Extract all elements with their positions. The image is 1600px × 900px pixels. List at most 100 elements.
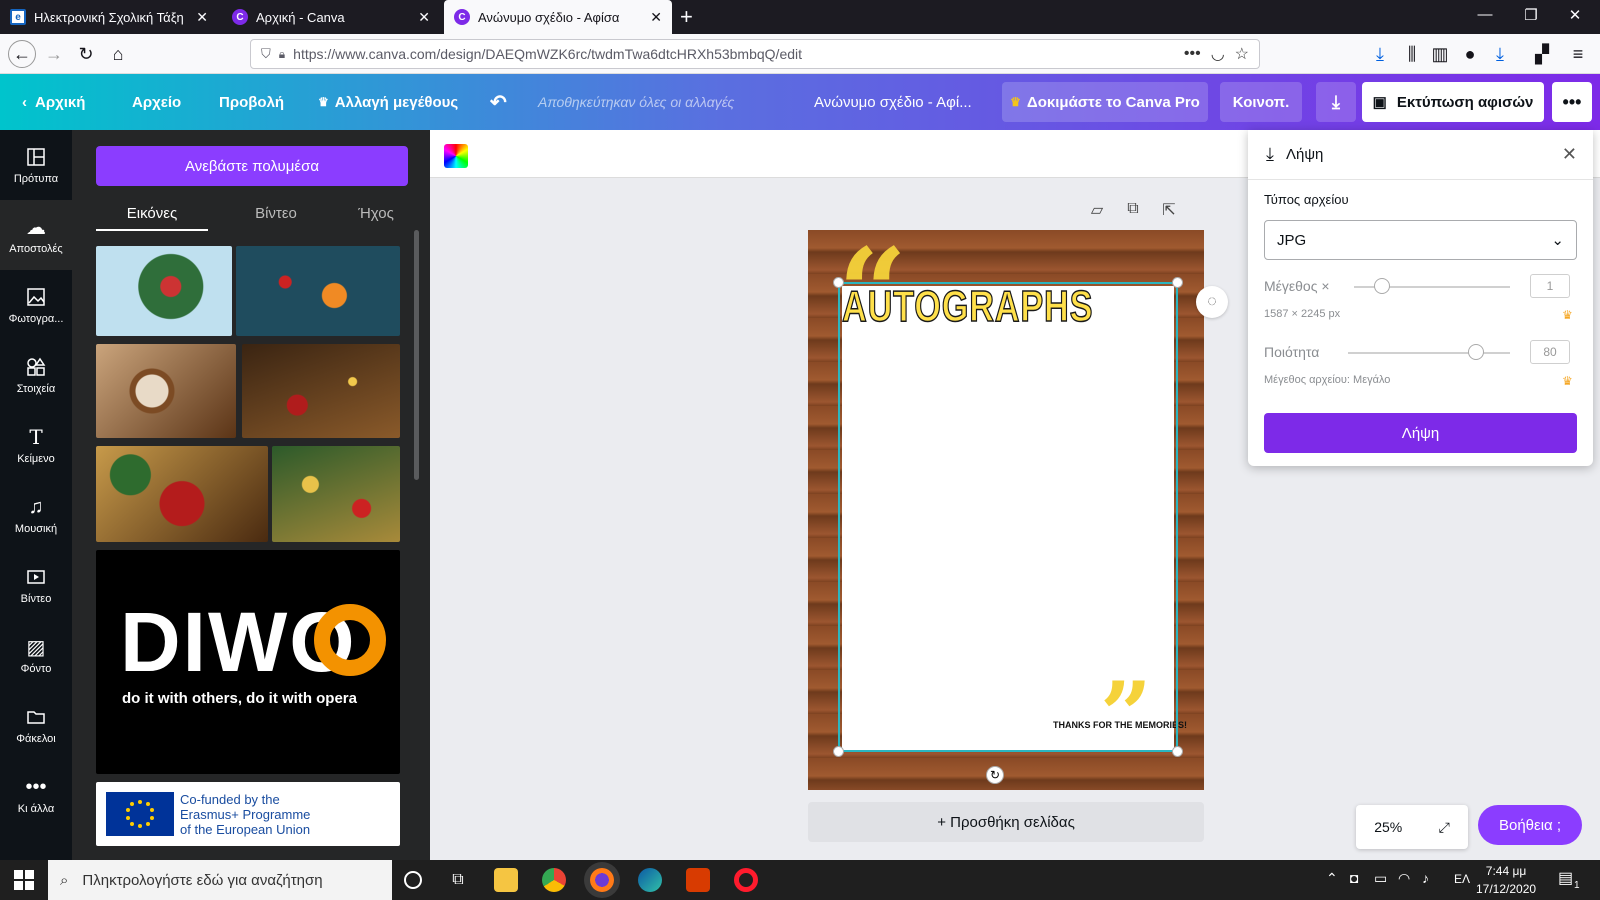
file-type-select[interactable]: JPG ⌄ xyxy=(1264,220,1577,260)
rail-item-video[interactable]: Βίντεο xyxy=(0,550,72,620)
upload-image-thumbnail[interactable] xyxy=(96,446,268,542)
close-tab-icon[interactable]: ✕ xyxy=(418,9,430,26)
back-icon[interactable]: ← xyxy=(8,40,36,68)
comment-icon[interactable]: ◌ xyxy=(1196,286,1228,318)
document-title[interactable]: Ανώνυμο σχέδιο - Αφί... xyxy=(814,74,972,130)
quality-slider-knob[interactable] xyxy=(1468,344,1484,360)
upload-media-button[interactable]: Ανεβάστε πολυμέσα xyxy=(96,146,408,186)
more-options-button[interactable]: ••• xyxy=(1552,82,1592,122)
download-button[interactable]: ⤓ xyxy=(1316,82,1356,122)
url-text[interactable]: https://www.canva.com/design/DAEQmWZK6rc… xyxy=(293,46,1184,62)
duplicate-page-icon[interactable]: ⧉ xyxy=(1122,200,1144,222)
page-notes-icon[interactable]: ▱ xyxy=(1086,200,1108,222)
battery-icon[interactable]: ▭ xyxy=(1374,870,1387,887)
home-icon[interactable]: ⌂ xyxy=(106,42,130,66)
rail-item-templates[interactable]: Πρότυπα xyxy=(0,130,72,200)
restore-icon[interactable]: ❐ xyxy=(1516,6,1546,24)
browser-tab-active[interactable]: C Ανώνυμο σχέδιο - Αφίσα ✕ xyxy=(444,0,672,34)
shield-icon[interactable]: ⛉ xyxy=(261,46,271,62)
minimize-icon[interactable]: — xyxy=(1470,6,1500,23)
file-menu[interactable]: Αρχείο xyxy=(132,74,181,130)
taskbar-clock[interactable]: 7:44 μμ 17/12/2020 xyxy=(1476,862,1536,898)
rail-item-elements[interactable]: Στοιχεία xyxy=(0,340,72,410)
tab-audio[interactable]: Ήχος xyxy=(320,196,430,230)
lock-icon[interactable]: 🔒︎ xyxy=(279,47,285,62)
upload-image-thumbnail[interactable] xyxy=(96,344,236,438)
rail-item-music[interactable]: ♫ Μουσική xyxy=(0,480,72,550)
upload-image-thumbnail[interactable] xyxy=(96,246,232,336)
view-menu[interactable]: Προβολή xyxy=(219,74,284,130)
panel-scrollbar[interactable] xyxy=(414,230,419,480)
extensions-icon[interactable]: ▞ xyxy=(1530,42,1554,66)
download-submit-button[interactable]: Λήψη xyxy=(1264,413,1577,453)
rail-item-text[interactable]: T Κείμενο xyxy=(0,410,72,480)
browser-tab[interactable]: C Αρχική - Canva ✕ xyxy=(222,0,440,34)
rail-item-photos[interactable]: Φωτογρα... xyxy=(0,270,72,340)
upload-image-thumbnail[interactable] xyxy=(242,344,400,438)
color-picker-icon[interactable] xyxy=(444,144,468,168)
file-explorer-icon[interactable] xyxy=(494,868,518,892)
help-button[interactable]: Βοήθεια ; xyxy=(1478,805,1582,845)
rail-item-background[interactable]: ▨ Φόντο xyxy=(0,620,72,690)
menu-icon[interactable]: ≡ xyxy=(1566,42,1590,66)
resize-handle[interactable] xyxy=(1172,746,1183,757)
meet-now-icon[interactable]: ◘ xyxy=(1350,870,1358,886)
account-icon[interactable]: ● xyxy=(1458,42,1482,66)
fullscreen-icon[interactable]: ⤢ xyxy=(1439,819,1450,836)
chrome-icon[interactable] xyxy=(542,868,566,892)
task-view-icon[interactable]: ⧉ xyxy=(446,868,470,892)
reload-icon[interactable]: ↻ xyxy=(74,42,98,66)
cortana-icon[interactable] xyxy=(404,871,422,889)
upload-image-thumbnail[interactable] xyxy=(272,446,400,542)
address-bar[interactable]: ⛉ 🔒︎ https://www.canva.com/design/DAEQmW… xyxy=(250,39,1260,69)
rail-item-uploads[interactable]: ☁ Αποστολές xyxy=(0,200,72,270)
tab-images[interactable]: Εικόνες xyxy=(96,196,208,230)
windows-start-icon[interactable] xyxy=(14,870,34,890)
quality-input[interactable]: 80 xyxy=(1530,340,1570,364)
pocket-icon[interactable]: ◡ xyxy=(1211,44,1225,64)
close-icon[interactable]: ✕ xyxy=(1562,144,1577,165)
rail-item-more[interactable]: ••• Κι άλλα xyxy=(0,760,72,830)
wifi-icon[interactable]: ◠ xyxy=(1398,870,1410,887)
forward-icon[interactable]: → xyxy=(42,42,66,66)
try-pro-button[interactable]: ♛ Δοκιμάστε το Canva Pro xyxy=(1002,82,1208,122)
size-slider-knob[interactable] xyxy=(1374,278,1390,294)
share-button[interactable]: Κοινοπ. xyxy=(1220,82,1302,122)
design-page[interactable]: “ AUTOGRAPHS ” THANKS FOR THE MEMORIES! xyxy=(808,222,1204,790)
firefox-icon[interactable] xyxy=(590,868,614,892)
home-link[interactable]: ‹ Αρχική xyxy=(22,74,85,130)
page-actions-icon[interactable]: ••• xyxy=(1184,45,1201,63)
sidebar-icon[interactable]: ▥ xyxy=(1428,42,1452,66)
print-posters-button[interactable]: ▣ Εκτύπωση αφισών xyxy=(1362,82,1544,122)
download-progress-icon[interactable]: ⤓ xyxy=(1488,42,1512,66)
tray-chevron-up-icon[interactable]: ⌃ xyxy=(1326,870,1338,887)
add-page-button[interactable]: + Προσθήκη σελίδας xyxy=(808,802,1204,842)
downloads-icon[interactable]: ⤓ xyxy=(1368,42,1392,66)
bookmark-star-icon[interactable]: ☆ xyxy=(1235,44,1249,64)
notifications-icon[interactable]: ▤ xyxy=(1558,868,1573,888)
resize-handle[interactable] xyxy=(833,746,844,757)
close-tab-icon[interactable]: ✕ xyxy=(196,9,208,26)
close-tab-icon[interactable]: ✕ xyxy=(650,9,662,26)
zoom-level[interactable]: 25% xyxy=(1374,819,1402,835)
undo-icon[interactable]: ↶ xyxy=(490,74,507,130)
opera-icon[interactable] xyxy=(734,868,758,892)
erasmus-image[interactable]: Co-funded by the Erasmus+ Programme of t… xyxy=(96,782,400,846)
zoom-control[interactable]: 25% ⤢ xyxy=(1356,805,1468,849)
resize-handle[interactable] xyxy=(833,277,844,288)
add-page-icon[interactable]: ⇱ xyxy=(1158,200,1180,222)
diwo-image[interactable]: DIWO do it with others, do it with opera xyxy=(96,550,400,774)
office-icon[interactable] xyxy=(686,868,710,892)
new-tab-icon[interactable]: + xyxy=(680,4,693,30)
language-indicator[interactable]: ΕΛ xyxy=(1454,872,1470,886)
edge-icon[interactable] xyxy=(638,868,662,892)
tab-videos[interactable]: Βίντεο xyxy=(220,196,332,230)
taskbar-search[interactable]: ⌕ Πληκτρολογήστε εδώ για αναζήτηση xyxy=(48,860,392,900)
browser-tab[interactable]: e Ηλεκτρονική Σχολική Τάξη (η-Τ ✕ xyxy=(0,0,218,34)
size-input[interactable]: 1 xyxy=(1530,274,1570,298)
volume-icon[interactable]: ♪ xyxy=(1422,870,1429,886)
rail-item-folders[interactable]: Φάκελοι xyxy=(0,690,72,760)
resize-button[interactable]: ♛ Αλλαγή μεγέθους xyxy=(318,74,458,130)
quality-slider[interactable] xyxy=(1348,352,1510,354)
close-window-icon[interactable]: ✕ xyxy=(1560,6,1590,24)
